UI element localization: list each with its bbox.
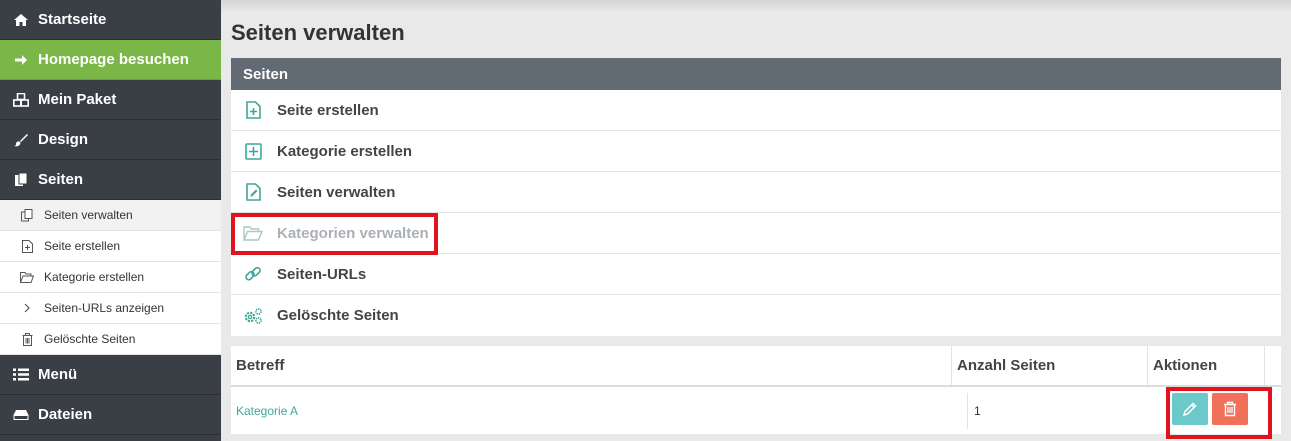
cubes-icon (12, 92, 30, 108)
sidebar-item-startseite[interactable]: Startseite (0, 0, 221, 40)
panel-menu: Seite erstellen Kategorie erstellen Seit… (231, 90, 1281, 336)
table-header: Betreff Anzahl Seiten Aktionen (231, 346, 1281, 387)
sidebar-subitem-seiten-urls[interactable]: Seiten-URLs anzeigen (0, 293, 221, 324)
sidebar-subitem-kategorie-erstellen[interactable]: Kategorie erstellen (0, 262, 221, 293)
sidebar-subitem-label: Seite erstellen (44, 239, 121, 253)
file-plus-icon (20, 239, 34, 253)
sidebar-item-menue[interactable]: Menü (0, 355, 221, 395)
folder-open-icon (243, 223, 263, 243)
copy-icon (20, 208, 34, 222)
trash-icon (20, 332, 34, 346)
sidebar-item-seiten[interactable]: Seiten (0, 160, 221, 200)
sidebar-subitem-geloeschte-seiten[interactable]: Gelöschte Seiten (0, 324, 221, 355)
sidebar-subitem-label: Seiten verwalten (44, 208, 133, 222)
sidebar-item-homepage-besuchen[interactable]: Homepage besuchen (0, 40, 221, 80)
chevron-right-icon (20, 301, 34, 315)
sidebar-item-label: Design (38, 131, 89, 148)
menu-item-label: Seiten verwalten (277, 183, 396, 201)
panel-header: Seiten (231, 58, 1281, 90)
sidebar-item-label: Mein Paket (38, 91, 117, 108)
square-plus-icon (243, 141, 263, 161)
sidebar-item-mein-paket[interactable]: Mein Paket (0, 80, 221, 120)
sidebar: Startseite Homepage besuchen Mein Paket … (0, 0, 221, 441)
sidebar-subitem-label: Gelöschte Seiten (44, 332, 136, 346)
sidebar-item-label: Seiten (38, 171, 84, 188)
page-title: Seiten verwalten (231, 20, 405, 45)
sidebar-item-dateien[interactable]: Dateien (0, 395, 221, 435)
sidebar-item-label: Dateien (38, 406, 93, 423)
link-icon (243, 264, 263, 284)
delete-button[interactable] (1212, 393, 1248, 425)
sidebar-item-label: Startseite (38, 11, 107, 28)
column-header-anzahl-seiten[interactable]: Anzahl Seiten (952, 346, 1055, 385)
menu-item-geloeschte-seiten[interactable]: Gelöschte Seiten (231, 295, 1281, 336)
home-icon (12, 12, 30, 28)
menu-item-label: Seiten-URLs (277, 265, 367, 283)
column-header-betreff[interactable]: Betreff (231, 346, 284, 385)
edit-button[interactable] (1172, 393, 1208, 425)
cell-anzahl: 1 (974, 403, 981, 418)
sidebar-subitem-label: Kategorie erstellen (44, 270, 145, 284)
sidebar-subitem-seiten-verwalten[interactable]: Seiten verwalten (0, 200, 221, 231)
sidebar-subitem-label: Seiten-URLs anzeigen (44, 301, 165, 315)
file-edit-icon (243, 182, 263, 202)
pages-panel: Seiten Seite erstellen Kategorie erstell… (231, 58, 1281, 336)
trash-icon (1224, 401, 1236, 417)
sidebar-item-label: Menü (38, 366, 78, 383)
pencil-icon (1182, 402, 1197, 417)
menu-item-seiten-verwalten[interactable]: Seiten verwalten (231, 172, 1281, 213)
sidebar-item-label: Homepage besuchen (38, 51, 189, 68)
brush-icon (12, 132, 30, 148)
menu-item-seiten-urls[interactable]: Seiten-URLs (231, 254, 1281, 295)
drive-icon (12, 407, 30, 423)
category-link[interactable]: Kategorie A (236, 404, 298, 418)
menu-item-label: Gelöschte Seiten (277, 307, 399, 324)
file-plus-icon (243, 100, 263, 120)
main-content: Seiten verwalten Seiten Seite erstellen … (221, 0, 1291, 441)
menu-item-label: Seite erstellen (277, 101, 379, 119)
sidebar-submenu: Seiten verwalten Seite erstellen Kategor… (0, 200, 221, 355)
column-header-aktionen: Aktionen (1153, 357, 1218, 374)
menu-item-kategorie-erstellen[interactable]: Kategorie erstellen (231, 131, 1281, 172)
menu-item-label: Kategorie erstellen (277, 142, 413, 160)
list-icon (12, 367, 30, 383)
menu-item-label: Kategorien verwalten (277, 224, 429, 242)
gears-icon (243, 306, 263, 326)
files-icon (12, 172, 30, 188)
table-row: Kategorie A 1 (231, 387, 1281, 434)
sidebar-subitem-seite-erstellen[interactable]: Seite erstellen (0, 231, 221, 262)
arrow-right-icon (12, 52, 30, 68)
cell-betreff: Kategorie A (231, 387, 298, 434)
sidebar-item-design[interactable]: Design (0, 120, 221, 160)
categories-table: Betreff Anzahl Seiten Aktionen Kategorie… (231, 346, 1281, 439)
menu-item-kategorien-verwalten[interactable]: Kategorien verwalten (231, 213, 1281, 255)
folder-open-icon (20, 270, 34, 284)
menu-item-seite-erstellen[interactable]: Seite erstellen (231, 90, 1281, 131)
